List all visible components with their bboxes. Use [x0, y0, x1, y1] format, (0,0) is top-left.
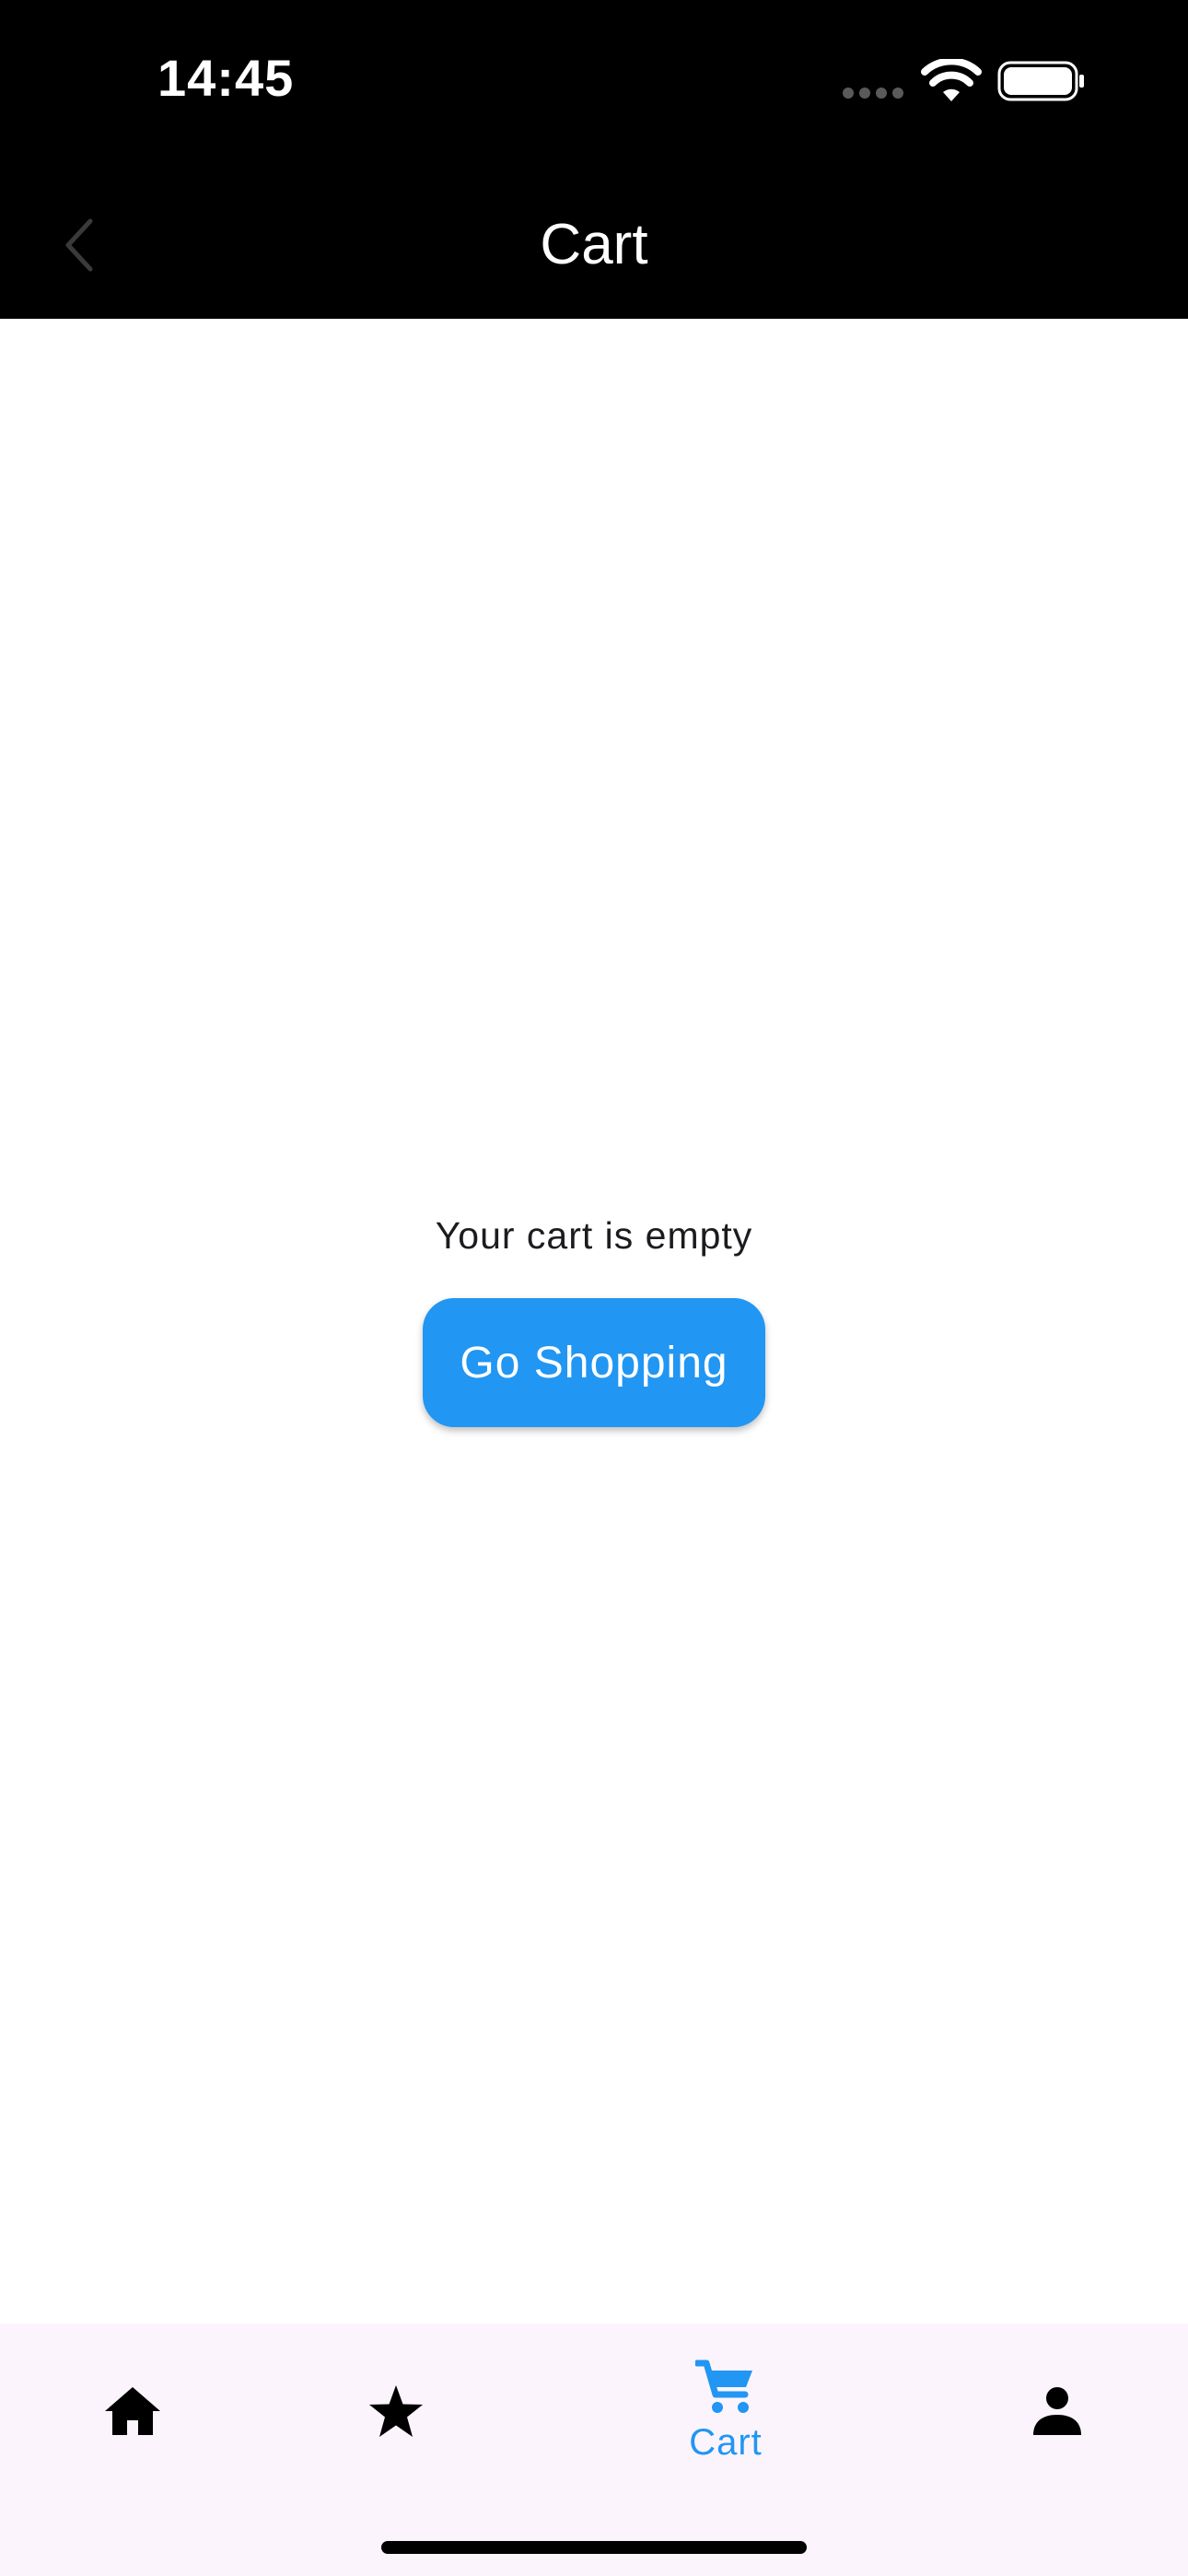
person-icon	[1033, 2387, 1081, 2435]
page-title: Cart	[540, 213, 648, 276]
star-icon	[369, 2385, 423, 2437]
main-content: Your cart is empty Go Shopping	[0, 319, 1188, 2324]
empty-cart-message: Your cart is empty	[435, 1214, 753, 1257]
status-bar: 14:45	[0, 0, 1188, 171]
go-shopping-button[interactable]: Go Shopping	[423, 1298, 765, 1427]
app-bar: Cart	[0, 171, 1188, 319]
wifi-icon	[921, 59, 982, 101]
battery-icon	[997, 61, 1084, 101]
nav-item-cart[interactable]: Cart	[652, 2324, 799, 2499]
back-button[interactable]	[50, 205, 109, 286]
nav-item-profile[interactable]	[984, 2324, 1131, 2499]
bottom-navigation: Cart	[0, 2324, 1188, 2576]
cart-icon	[695, 2359, 752, 2413]
chevron-left-icon	[65, 218, 93, 272]
nav-item-favorites[interactable]	[322, 2324, 470, 2499]
home-icon	[105, 2387, 160, 2435]
nav-item-home[interactable]	[59, 2324, 206, 2499]
signal-dots-icon	[843, 88, 903, 99]
nav-item-cart-label: Cart	[689, 2421, 763, 2463]
home-indicator	[381, 2541, 807, 2554]
status-time: 14:45	[157, 49, 295, 107]
